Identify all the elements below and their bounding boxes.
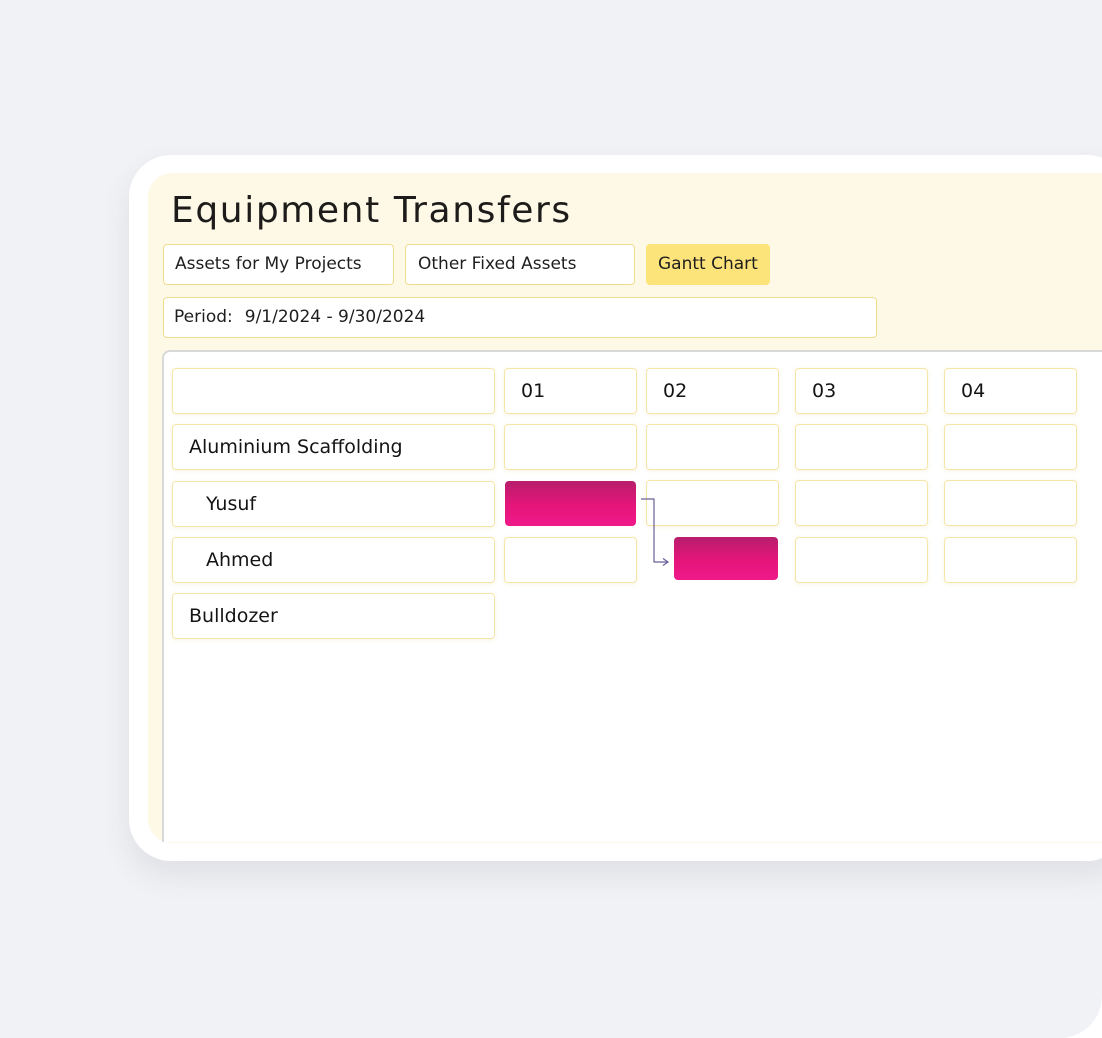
dependency-connector bbox=[641, 498, 670, 566]
